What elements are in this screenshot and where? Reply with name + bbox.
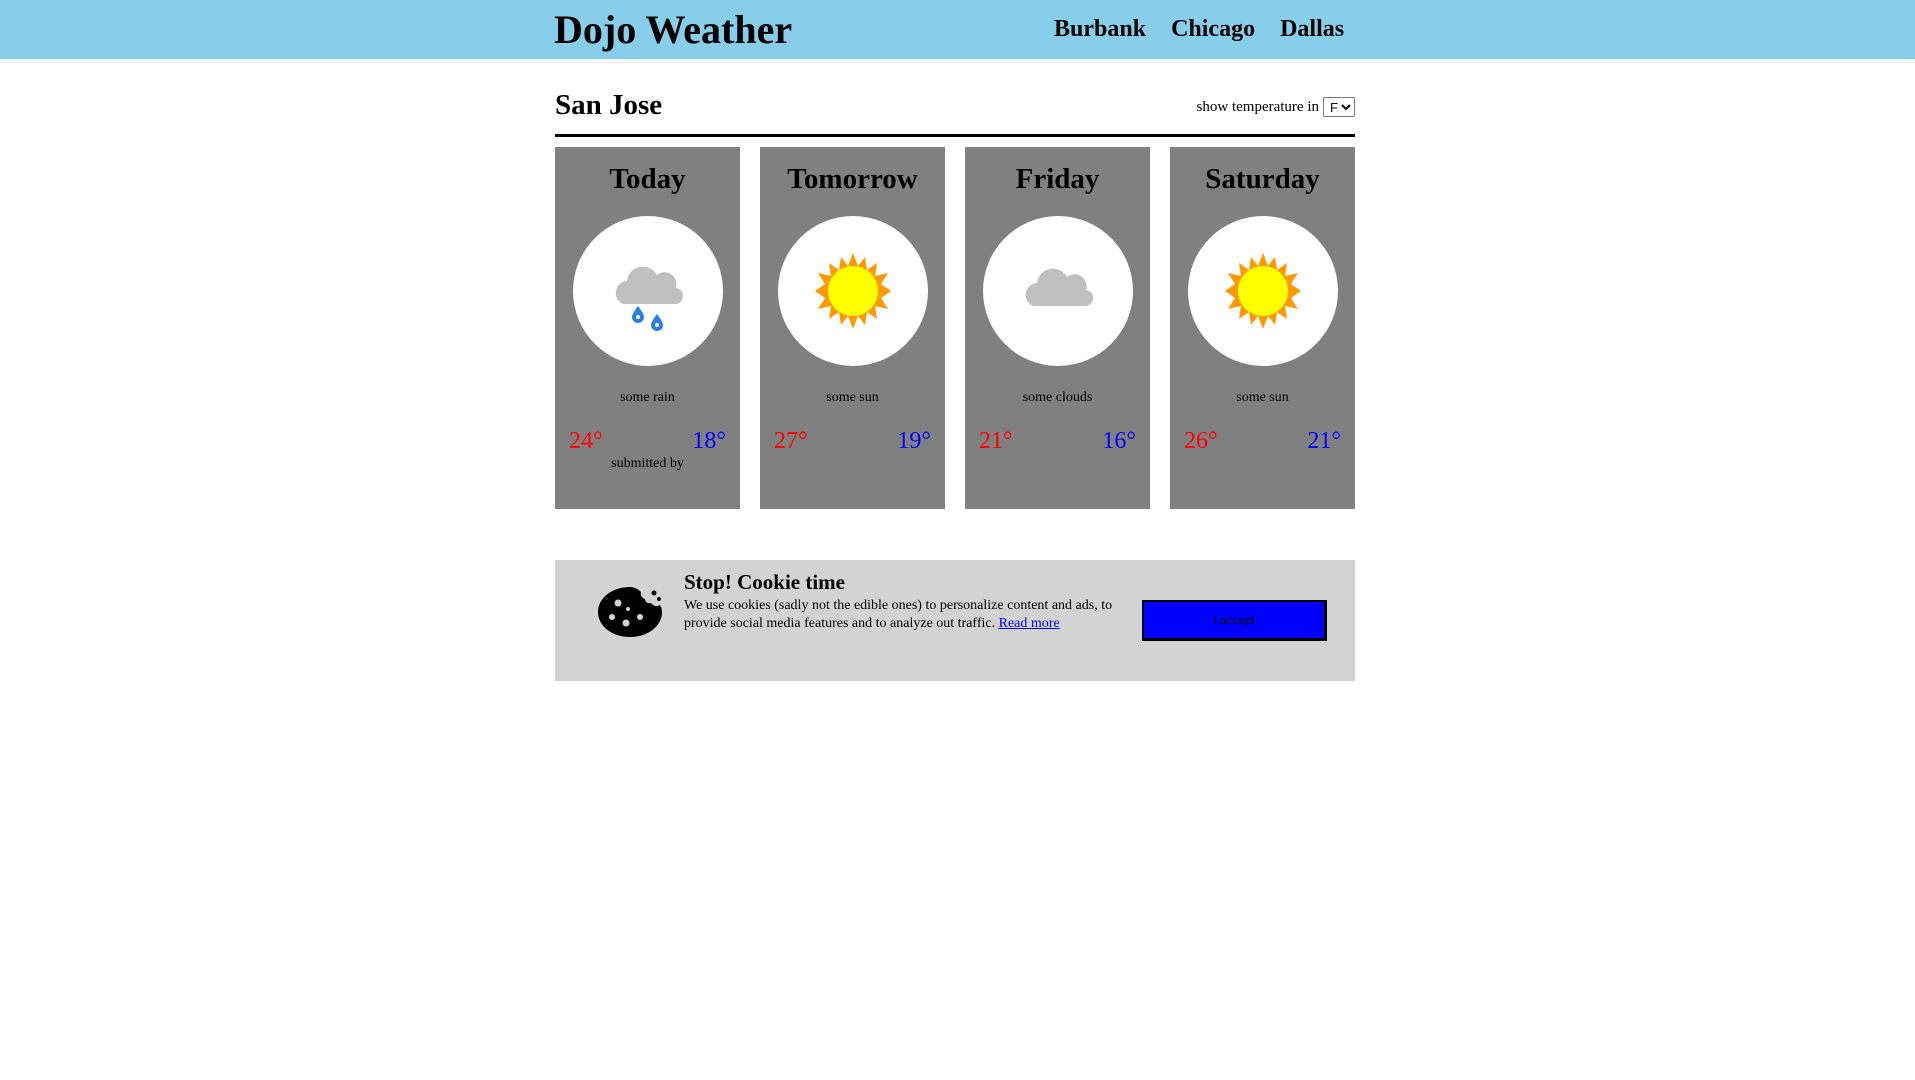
temp-low: 19° xyxy=(897,428,931,454)
submitted-by: submitted by xyxy=(611,456,684,471)
card-day: Saturday xyxy=(1205,163,1320,195)
temp-high: 21° xyxy=(979,428,1013,454)
card-day: Friday xyxy=(1015,163,1100,195)
cookie-banner: Stop! Cookie time We use cookies (sadly … xyxy=(555,560,1355,681)
nav-link-dallas[interactable]: Dallas xyxy=(1280,14,1344,44)
weather-icon-circle xyxy=(778,216,928,366)
forecast-card-today: Today some rain 24° 18° submitted by xyxy=(555,147,740,509)
temp-low: 16° xyxy=(1102,428,1136,454)
city-nav: Burbank Chicago Dallas xyxy=(1054,14,1369,44)
cookie-text: We use cookies (sadly not the edible one… xyxy=(684,597,1134,633)
unit-picker: show temperature in F xyxy=(1197,97,1355,117)
weather-icon-circle xyxy=(1188,216,1338,366)
forecast-card-tomorrow: Tomorrow some sun 27° 19° xyxy=(760,147,945,509)
nav-link-burbank[interactable]: Burbank xyxy=(1054,14,1146,44)
city-header: San Jose show temperature in F xyxy=(555,85,1355,137)
unit-label: show temperature in xyxy=(1196,98,1319,115)
card-description: some sun xyxy=(826,390,879,405)
cookie-icon xyxy=(598,587,662,637)
accept-cookies-button[interactable]: I accept xyxy=(1142,600,1327,641)
forecast-card-saturday: Saturday some sun 26° 21° xyxy=(1170,147,1355,509)
card-description: some rain xyxy=(620,390,675,405)
unit-select[interactable]: F xyxy=(1323,97,1355,117)
card-day: Today xyxy=(609,163,686,195)
read-more-link[interactable]: Read more xyxy=(999,616,1060,631)
sun-icon xyxy=(1225,253,1301,329)
temp-high: 27° xyxy=(774,428,808,454)
cookie-title: Stop! Cookie time xyxy=(684,570,845,594)
cloud-icon xyxy=(1025,268,1094,307)
navbar: Dojo Weather Burbank Chicago Dallas xyxy=(0,0,1915,59)
temp-low: 21° xyxy=(1307,428,1341,454)
sun-icon xyxy=(815,253,891,329)
card-description: some clouds xyxy=(1022,390,1093,405)
nav-link-chicago[interactable]: Chicago xyxy=(1171,14,1255,44)
card-day: Tomorrow xyxy=(787,163,918,195)
forecast-cards: Today some rain 24° 18° submitted by Tom… xyxy=(555,147,1355,509)
weather-icon-circle xyxy=(983,216,1133,366)
card-description: some sun xyxy=(1236,390,1289,405)
temp-high: 24° xyxy=(569,428,603,454)
site-title: Dojo Weather xyxy=(554,7,793,52)
temp-high: 26° xyxy=(1184,428,1218,454)
main-content: San Jose show temperature in F Today som… xyxy=(555,85,1355,509)
rain-cloud-icon xyxy=(615,266,684,331)
temp-low: 18° xyxy=(692,428,726,454)
forecast-card-friday: Friday some clouds 21° 16° xyxy=(965,147,1150,509)
city-name: San Jose xyxy=(555,89,663,121)
weather-icon-circle xyxy=(573,216,723,366)
